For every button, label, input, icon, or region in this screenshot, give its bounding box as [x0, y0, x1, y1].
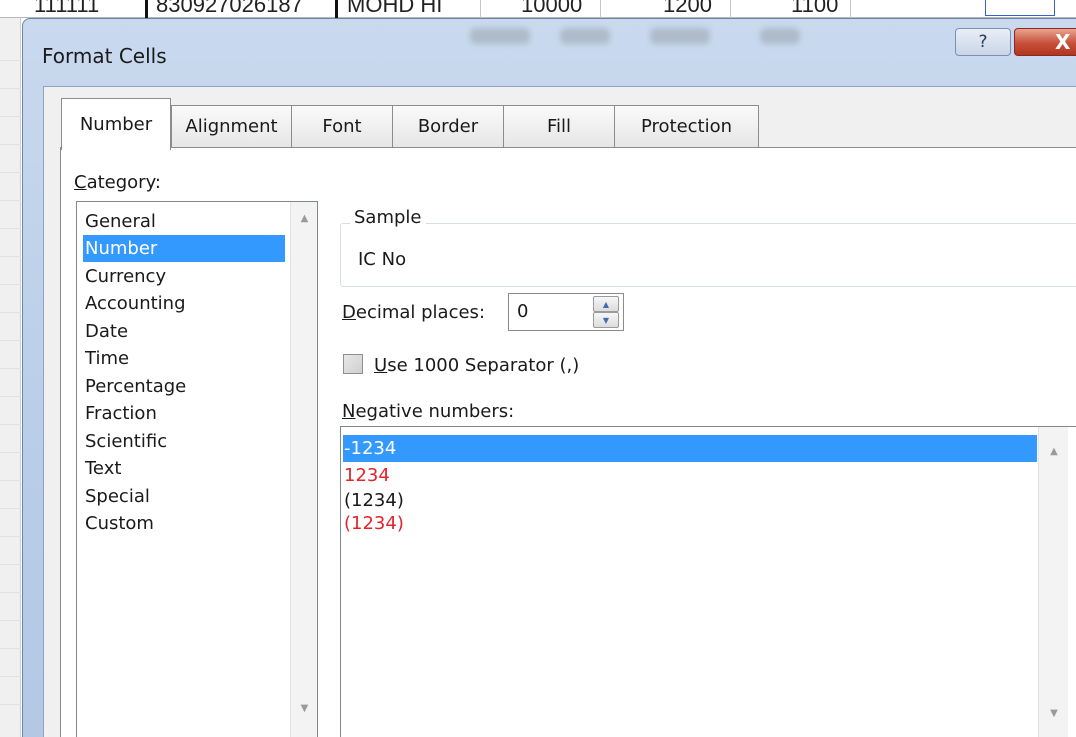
- sample-value: IC No: [358, 249, 407, 270]
- list-item[interactable]: Date: [83, 318, 285, 345]
- sample-legend: Sample: [350, 207, 426, 228]
- tab-fill[interactable]: Fill: [503, 105, 615, 147]
- list-item[interactable]: -1234: [343, 435, 1037, 462]
- list-item[interactable]: Scientific: [83, 428, 285, 455]
- negative-numbers-label: Negative numbers:: [342, 401, 515, 422]
- spin-up-icon[interactable]: ▲: [593, 296, 619, 312]
- tab-font[interactable]: Font: [291, 105, 393, 147]
- decimal-places-label: Decimal places:: [342, 302, 486, 323]
- use-1000-separator-checkbox[interactable]: [343, 354, 363, 374]
- scroll-down-arrow-icon[interactable]: ▼: [291, 698, 318, 718]
- list-item[interactable]: Special: [83, 483, 285, 510]
- list-item[interactable]: Number: [83, 235, 285, 262]
- row-header-strip: [0, 0, 21, 737]
- blurred-background-text: [560, 28, 610, 44]
- blurred-background-text: [760, 28, 800, 44]
- category-label: Category:: [74, 172, 161, 193]
- sheet-cell[interactable]: 1200: [601, 0, 731, 18]
- tab-number[interactable]: Number: [61, 98, 171, 150]
- sheet-cell[interactable]: MOHD HI: [341, 0, 481, 18]
- list-item[interactable]: Time: [83, 345, 285, 372]
- scroll-up-arrow-icon[interactable]: ▲: [291, 208, 318, 228]
- tab-alignment[interactable]: Alignment: [171, 105, 292, 147]
- list-item[interactable]: Percentage: [83, 373, 285, 400]
- category-list[interactable]: General Number Currency Accounting Date …: [76, 201, 318, 737]
- selected-cell-outline: [985, 0, 1055, 16]
- help-icon: ?: [978, 32, 988, 52]
- spin-down-icon[interactable]: ▼: [593, 312, 619, 328]
- help-button[interactable]: ?: [955, 28, 1011, 56]
- scroll-up-arrow-icon[interactable]: ▲: [1039, 441, 1069, 461]
- close-button[interactable]: X: [1014, 28, 1076, 56]
- tab-border[interactable]: Border: [392, 105, 504, 147]
- sample-group: [340, 223, 1076, 287]
- list-item[interactable]: (1234): [343, 510, 1037, 537]
- category-scrollbar[interactable]: ▲ ▼: [290, 202, 317, 737]
- blurred-background-text: [650, 28, 710, 44]
- list-item[interactable]: Accounting: [83, 290, 285, 317]
- use-1000-separator-label[interactable]: Use 1000 Separator (,): [374, 355, 579, 376]
- screen: 111111 830927026187 MOHD HI 10000 1200 1…: [0, 0, 1076, 737]
- negative-numbers-list[interactable]: -1234 1234 (1234) (1234) ▲ ▼: [340, 426, 1076, 737]
- list-item[interactable]: Custom: [83, 510, 285, 537]
- spreadsheet-row: 111111 830927026187 MOHD HI 10000 1200 1…: [0, 0, 1076, 18]
- close-icon: X: [1055, 30, 1071, 54]
- dialog-title: Format Cells: [42, 44, 167, 68]
- sheet-cell[interactable]: 10000: [481, 0, 601, 18]
- blurred-background-text: [470, 28, 530, 44]
- list-item[interactable]: 1234: [343, 462, 1037, 489]
- tab-protection[interactable]: Protection: [614, 105, 759, 147]
- negative-numbers-scrollbar[interactable]: ▲ ▼: [1038, 427, 1068, 737]
- sheet-cell[interactable]: 111111: [20, 0, 148, 18]
- decimal-places-spinner[interactable]: ▲ ▼: [593, 296, 619, 328]
- list-item[interactable]: Fraction: [83, 400, 285, 427]
- scroll-down-arrow-icon[interactable]: ▼: [1039, 703, 1069, 723]
- list-item[interactable]: Text: [83, 455, 285, 482]
- sheet-cell[interactable]: 830927026187: [150, 0, 338, 18]
- list-item[interactable]: Currency: [83, 263, 285, 290]
- list-item[interactable]: General: [83, 208, 285, 235]
- sheet-cell[interactable]: 1100: [731, 0, 851, 18]
